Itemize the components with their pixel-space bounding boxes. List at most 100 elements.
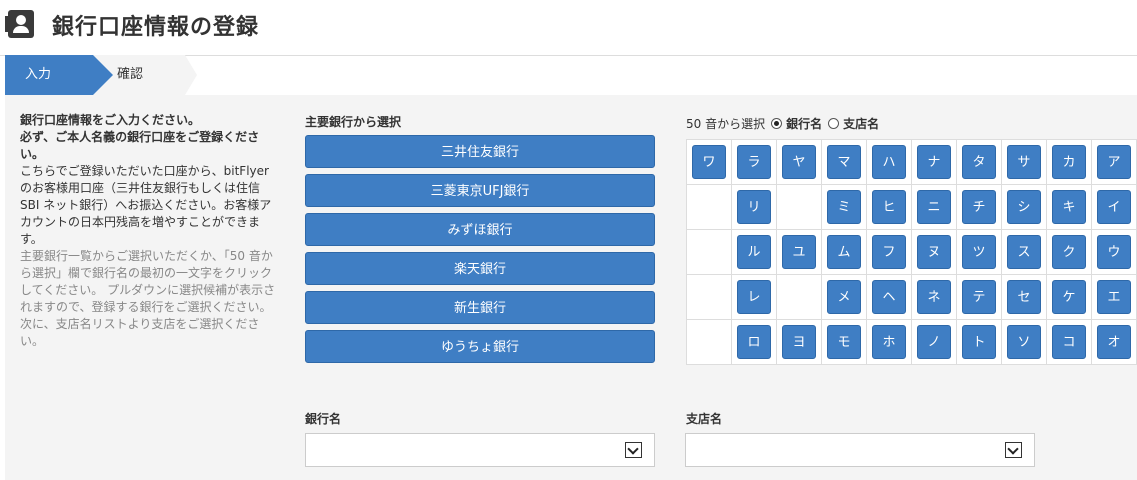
kana-button[interactable]: チ [962,190,996,224]
kana-button[interactable]: タ [962,145,996,179]
kana-button[interactable]: コ [1052,325,1086,359]
kana-button[interactable]: ア [1097,145,1131,179]
kana-cell: モ [821,319,867,365]
kana-cell [686,319,732,365]
kana-cell: ス [1001,229,1047,275]
kana-cell: ユ [776,229,822,275]
kana-cell: カ [1046,139,1092,185]
kana-row: ワラヤマハナタサカア [686,139,1137,185]
kana-cell: タ [956,139,1002,185]
kana-button[interactable]: ウ [1097,235,1131,269]
chevron-down-icon[interactable] [625,442,642,458]
kana-button[interactable]: ワ [692,145,726,179]
kana-grid: ワラヤマハナタサカアリ ミヒニチシキイルユムフヌツスクウレ メヘネテセケエロヨモホノ… [686,139,1137,365]
instruction-line-1: 銀行口座情報をご入力ください。 [20,113,201,127]
kana-button[interactable]: ヒ [872,190,906,224]
branch-name-select[interactable] [685,433,1035,467]
kana-cell: ネ [911,274,957,320]
kana-button[interactable]: ソ [1007,325,1041,359]
kana-button[interactable]: ホ [872,325,906,359]
kana-button[interactable]: レ [737,280,771,314]
kana-cell [686,274,732,320]
kana-button[interactable]: ヘ [872,280,906,314]
kana-button[interactable]: ユ [782,235,816,269]
kana-button[interactable]: セ [1007,280,1041,314]
main-banks-title: 主要銀行から選択 [305,115,402,129]
kana-cell: ワ [686,139,732,185]
kana-cell: ト [956,319,1002,365]
kana-button[interactable]: カ [1052,145,1086,179]
kana-button[interactable]: ル [737,235,771,269]
radio-bank-name[interactable] [771,118,783,129]
kana-cell: ヨ [776,319,822,365]
kana-cell: オ [1091,319,1137,365]
kana-button[interactable]: フ [872,235,906,269]
kana-button[interactable]: イ [1097,190,1131,224]
kana-cell: コ [1046,319,1092,365]
kana-button[interactable]: サ [1007,145,1041,179]
kana-cell: メ [821,274,867,320]
kana-row: レ メヘネテセケエ [686,274,1137,320]
kana-cell: ハ [866,139,912,185]
kana-cell: テ [956,274,1002,320]
instruction-line-2: 必ず、ご本人名義の銀行口座をご登録ください。 [20,130,260,161]
bank-button-mizuho[interactable]: みずほ銀行 [305,213,655,246]
kana-button[interactable]: マ [827,145,861,179]
kana-cell: ヌ [911,229,957,275]
bank-button-shinsei[interactable]: 新生銀行 [305,291,655,324]
kana-button[interactable]: キ [1052,190,1086,224]
kana-cell: ル [731,229,777,275]
kana-button[interactable]: ネ [917,280,951,314]
kana-button[interactable]: ミ [827,190,861,224]
kana-button[interactable]: ヌ [917,235,951,269]
kana-cell [686,184,732,230]
bank-button-yucho[interactable]: ゆうちょ銀行 [305,330,655,363]
instructions: 銀行口座情報をご入力ください。 必ず、ご本人名義の銀行口座をご登録ください。 こ… [20,112,282,350]
instruction-howto: 主要銀行一覧からご選択いただくか、「50 音から選択」欄で銀行名の最初の一文字を… [20,249,276,348]
kana-cell: マ [821,139,867,185]
kana-button[interactable]: ナ [917,145,951,179]
kana-button[interactable]: ノ [917,325,951,359]
kana-button[interactable]: ム [827,235,861,269]
kana-cell: イ [1091,184,1137,230]
kana-cell: キ [1046,184,1092,230]
kana-button[interactable]: メ [827,280,861,314]
kana-cell: リ [731,184,777,230]
kana-button[interactable]: ロ [737,325,771,359]
kana-button[interactable]: リ [737,190,771,224]
kana-button[interactable]: ス [1007,235,1041,269]
radio-branch-name[interactable] [828,118,840,129]
kana-button[interactable]: ヤ [782,145,816,179]
kana-button[interactable]: ケ [1052,280,1086,314]
kana-cell [686,229,732,275]
kana-button[interactable]: ハ [872,145,906,179]
kana-button[interactable]: ト [962,325,996,359]
bank-button-smbc[interactable]: 三井住友銀行 [305,135,655,168]
kana-button[interactable]: エ [1097,280,1131,314]
kana-button[interactable]: モ [827,325,861,359]
kana-cell: セ [1001,274,1047,320]
kana-cell: レ [731,274,777,320]
kana-cell: シ [1001,184,1047,230]
radio-bank-name-label: 銀行名 [786,117,823,131]
bank-name-select[interactable] [305,433,655,467]
kana-button[interactable]: ツ [962,235,996,269]
kana-button[interactable]: テ [962,280,996,314]
kana-cell: ミ [821,184,867,230]
kana-cell: ア [1091,139,1137,185]
kana-cell: ケ [1046,274,1092,320]
kana-button[interactable]: ラ [737,145,771,179]
kana-button[interactable]: ニ [917,190,951,224]
kana-cell: エ [1091,274,1137,320]
kana-cell: ム [821,229,867,275]
kana-button[interactable]: ク [1052,235,1086,269]
bank-button-mufg[interactable]: 三菱東京UFJ銀行 [305,174,655,207]
bank-button-rakuten[interactable]: 楽天銀行 [305,252,655,285]
kana-cell: ロ [731,319,777,365]
kana-button[interactable]: ヨ [782,325,816,359]
kana-button[interactable]: オ [1097,325,1131,359]
page-title: 銀行口座情報の登録 [52,15,260,40]
kana-button[interactable]: シ [1007,190,1041,224]
kana-cell: ヤ [776,139,822,185]
chevron-down-icon[interactable] [1005,442,1022,458]
